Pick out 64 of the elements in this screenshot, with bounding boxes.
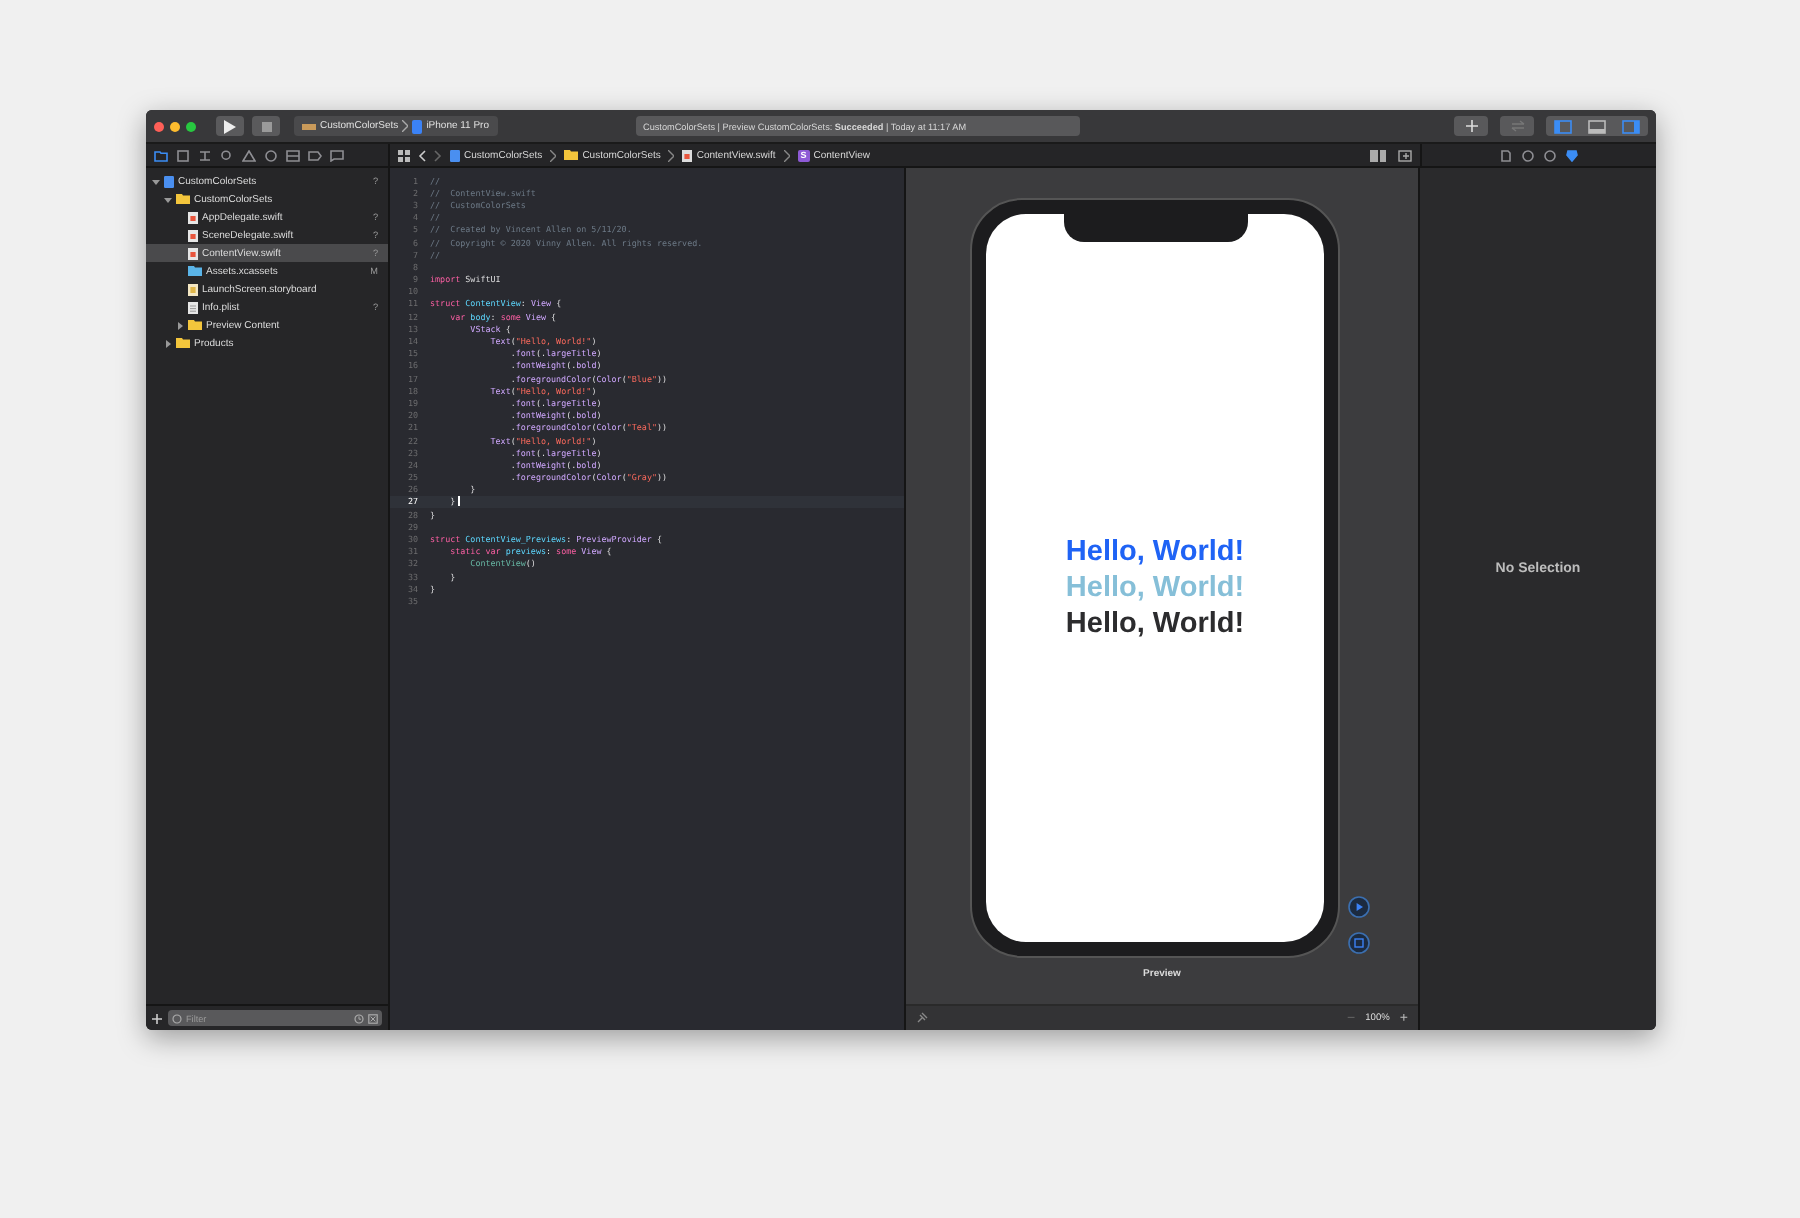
navigator-tab[interactable] — [306, 147, 324, 163]
zoom-button[interactable] — [186, 121, 196, 131]
panel-icon — [1554, 119, 1572, 133]
panel-icon — [1622, 119, 1640, 133]
navigator-tab[interactable] — [196, 147, 214, 163]
add-button[interactable] — [1454, 116, 1488, 136]
disclosure-icon[interactable] — [164, 195, 172, 203]
inspector-tab[interactable] — [1564, 147, 1580, 163]
disclosure-icon[interactable] — [176, 321, 184, 329]
navigator-tab[interactable] — [174, 147, 192, 163]
file-icon — [188, 247, 198, 259]
panel-icon — [1588, 119, 1606, 133]
close-button[interactable] — [154, 121, 164, 131]
adjust-editor-icon[interactable] — [1370, 149, 1386, 161]
back-icon[interactable] — [418, 149, 426, 161]
add-editor-icon[interactable] — [1398, 149, 1412, 161]
inspector-tab[interactable] — [1498, 147, 1514, 163]
file-icon — [188, 301, 198, 313]
navigator-tab[interactable] — [218, 147, 236, 163]
navigator-tab-icon — [286, 149, 300, 161]
play-icon[interactable] — [1348, 896, 1370, 918]
play-icon — [224, 119, 236, 133]
disclosure-icon[interactable] — [152, 177, 160, 185]
file-icon — [188, 211, 198, 223]
disclosure-icon[interactable] — [164, 339, 172, 347]
chevron-icon — [550, 149, 557, 161]
file-icon — [682, 149, 693, 161]
navigator-tab-icon — [198, 149, 212, 161]
grid-icon[interactable] — [398, 149, 410, 161]
clock-icon[interactable] — [354, 1013, 364, 1023]
project-icon — [164, 175, 174, 187]
text-cursor — [457, 496, 459, 507]
navigator-tab[interactable] — [328, 147, 346, 163]
navigator-tab[interactable] — [152, 147, 170, 163]
inspect-icon[interactable] — [1348, 932, 1370, 954]
preview-text: Hello, World! — [1065, 534, 1245, 570]
navigator-tab[interactable] — [240, 147, 258, 163]
chevron-icon — [402, 120, 409, 132]
navigator-tab[interactable] — [262, 147, 280, 163]
pin-icon[interactable] — [916, 1012, 928, 1024]
stop-button[interactable] — [252, 116, 280, 136]
preview-text: Hello, World! — [1065, 570, 1245, 606]
minimize-button[interactable] — [170, 121, 180, 131]
forward-icon[interactable] — [434, 149, 442, 161]
preview-text: Hello, World! — [1065, 606, 1245, 642]
folder-icon — [188, 266, 202, 276]
navigator-tab[interactable] — [284, 147, 302, 163]
square-icon[interactable] — [368, 1013, 378, 1023]
project-icon — [450, 149, 460, 161]
chevron-icon — [783, 149, 790, 161]
inspector-tab[interactable] — [1542, 147, 1558, 163]
plus-icon[interactable] — [152, 1013, 162, 1023]
chevron-icon — [668, 149, 675, 161]
arrows-icon — [1509, 120, 1525, 132]
file-icon — [188, 229, 198, 241]
plus-icon — [1465, 120, 1477, 132]
folder-icon — [564, 150, 579, 160]
filter-icon — [172, 1013, 182, 1023]
run-button[interactable] — [216, 116, 244, 136]
stop-icon — [261, 121, 271, 131]
inspector-tab[interactable] — [1520, 147, 1536, 163]
folder-icon — [176, 194, 190, 204]
phone-icon — [412, 119, 423, 133]
file-icon — [188, 283, 198, 295]
